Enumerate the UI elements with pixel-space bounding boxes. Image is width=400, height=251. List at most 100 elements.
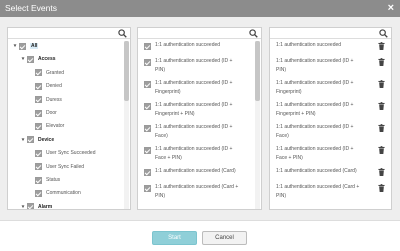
event-checkbox[interactable] xyxy=(144,59,151,66)
tree-item-label: All xyxy=(30,43,39,49)
tree-item[interactable]: ▾ Alarm xyxy=(20,202,53,210)
tree-checkbox[interactable] xyxy=(35,176,42,184)
event-list-item[interactable]: 1:1 authentication succeeded (ID + Finger… xyxy=(144,101,254,119)
tree-item-label: Granted xyxy=(46,69,65,76)
event-checkbox[interactable] xyxy=(144,103,151,110)
close-icon[interactable]: × xyxy=(388,1,394,15)
tree-scrollbar[interactable] xyxy=(124,41,129,209)
tree-search-input[interactable] xyxy=(8,28,130,39)
event-scrollbar[interactable] xyxy=(255,41,260,209)
search-icon[interactable] xyxy=(379,29,388,38)
tree-scrollbar-thumb[interactable] xyxy=(124,41,129,101)
trash-icon[interactable] xyxy=(378,102,385,110)
event-checkbox[interactable] xyxy=(144,81,151,88)
tree-checkbox[interactable] xyxy=(27,203,34,209)
event-checkbox[interactable] xyxy=(144,43,151,50)
tree-item-label: Door xyxy=(46,110,57,116)
tree-item[interactable]: Elevator xyxy=(28,121,64,131)
selected-event-item: 1:1 authentication succeeded (Card) xyxy=(276,167,388,176)
event-list-item[interactable]: 1:1 authentication succeeded (ID + Face +… xyxy=(144,145,254,163)
tree-item-label: Access xyxy=(38,56,56,63)
tree-item[interactable]: Denied xyxy=(28,81,62,91)
trash-icon[interactable] xyxy=(378,42,385,50)
tree-checkbox[interactable] xyxy=(19,42,26,50)
event-list-item[interactable]: 1:1 authentication succeeded (ID + PIN) xyxy=(144,57,254,75)
event-list-panel: 1:1 authentication succeeded 1:1 authenti… xyxy=(137,27,262,210)
caret-down-icon[interactable]: ▾ xyxy=(20,204,26,209)
event-checkbox[interactable] xyxy=(144,147,151,154)
dialog-footer: Start Cancel xyxy=(0,220,400,251)
tree-checkbox[interactable] xyxy=(35,163,42,171)
selected-event-label-line: Fingerprint) xyxy=(276,89,302,95)
tree-item[interactable]: Door xyxy=(28,108,57,118)
selected-event-label-line: PIN) xyxy=(276,67,286,73)
selected-search-input[interactable] xyxy=(270,28,391,39)
event-label-line: Face) xyxy=(155,133,168,139)
trash-icon[interactable] xyxy=(378,124,385,132)
event-label-line: 1:1 authentication succeeded (ID + xyxy=(155,102,233,108)
tree-checkbox[interactable] xyxy=(35,149,42,157)
event-checkbox[interactable] xyxy=(144,169,151,176)
event-list-item[interactable]: 1:1 authentication succeeded (Card) xyxy=(144,167,254,176)
tree-item[interactable]: User Sync Failed xyxy=(28,162,84,172)
tree-checkbox[interactable] xyxy=(27,136,34,144)
event-list-item[interactable]: 1:1 authentication succeeded (ID + Face) xyxy=(144,123,254,141)
caret-down-icon[interactable]: ▾ xyxy=(12,43,18,49)
tree-checkbox[interactable] xyxy=(35,189,42,197)
selected-event-label-line: PIN) xyxy=(276,193,286,199)
selected-event-label-line: 1:1 authentication succeeded (ID + xyxy=(276,146,354,152)
selected-event-label-line: 1:1 authentication succeeded (ID + xyxy=(276,58,354,64)
cancel-button[interactable]: Cancel xyxy=(202,231,247,245)
tree-item-label: Denied xyxy=(46,83,62,90)
tree-item[interactable]: Communication xyxy=(28,188,81,198)
trash-icon[interactable] xyxy=(378,58,385,66)
trash-icon[interactable] xyxy=(378,168,385,176)
tree-item[interactable]: Status xyxy=(28,175,60,185)
tree-item-label: Elevator xyxy=(46,123,65,130)
event-label-line: Face + PIN) xyxy=(155,155,182,161)
start-button[interactable]: Start xyxy=(152,231,197,245)
selected-events-panel: 1:1 authentication succeeded 1:1 authenti… xyxy=(269,27,392,210)
caret-down-icon[interactable]: ▾ xyxy=(20,56,26,62)
tree-item[interactable]: ▾ All xyxy=(12,41,39,51)
tree-item[interactable]: User Sync Succeeded xyxy=(28,148,95,158)
tree-item-label: Status xyxy=(46,177,61,183)
event-scrollbar-thumb[interactable] xyxy=(255,41,260,101)
trash-icon[interactable] xyxy=(378,184,385,192)
event-list-item[interactable]: 1:1 authentication succeeded (Card + PIN) xyxy=(144,183,254,201)
tree-item[interactable]: ▾ Device xyxy=(20,135,54,145)
tree-checkbox[interactable] xyxy=(27,55,34,63)
tree-item-label: Device xyxy=(38,136,55,143)
tree-checkbox[interactable] xyxy=(35,69,42,77)
event-checkbox[interactable] xyxy=(144,185,151,192)
tree-checkbox[interactable] xyxy=(35,122,42,130)
event-search-input[interactable] xyxy=(138,28,261,39)
search-icon[interactable] xyxy=(118,29,127,38)
selected-event-label-line: Fingerprint + PIN) xyxy=(276,111,316,117)
search-icon[interactable] xyxy=(249,29,258,38)
event-checkbox[interactable] xyxy=(144,125,151,132)
event-list-item[interactable]: 1:1 authentication succeeded (ID + Finger… xyxy=(144,79,254,97)
tree-item-label: Alarm xyxy=(38,203,53,210)
dialog-title: Select Events xyxy=(5,3,57,13)
event-label-line: 1:1 authentication succeeded xyxy=(155,42,221,48)
event-label-line: 1:1 authentication succeeded (ID + xyxy=(155,80,233,86)
event-label-line: Fingerprint) xyxy=(155,89,181,95)
tree-item[interactable]: Duress xyxy=(28,95,62,105)
trash-icon[interactable] xyxy=(378,80,385,88)
tree-checkbox[interactable] xyxy=(35,109,42,117)
tree-checkbox[interactable] xyxy=(35,96,42,104)
tree-item-label: Duress xyxy=(46,96,62,103)
event-tree-panel: ▾ All ▾ Access Granted Denied Duress Door Elevat… xyxy=(7,27,131,210)
dialog-title-bar: Select Events × xyxy=(0,0,400,17)
selected-event-item: 1:1 authentication succeeded (ID + Finger… xyxy=(276,79,388,97)
event-list-item[interactable]: 1:1 authentication succeeded xyxy=(144,41,254,50)
caret-down-icon[interactable]: ▾ xyxy=(20,137,26,143)
trash-icon[interactable] xyxy=(378,146,385,154)
tree-item[interactable]: Granted xyxy=(28,68,64,78)
tree-item[interactable]: ▾ Access xyxy=(20,54,56,64)
tree-checkbox[interactable] xyxy=(35,82,42,90)
selected-event-label-line: 1:1 authentication succeeded xyxy=(276,42,342,48)
selected-event-label-line: Face + PIN) xyxy=(276,155,303,161)
selected-event-label-line: 1:1 authentication succeeded (ID + xyxy=(276,124,354,130)
